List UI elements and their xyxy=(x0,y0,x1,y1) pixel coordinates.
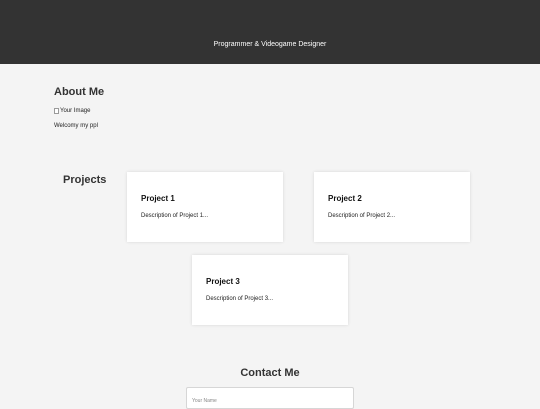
project-card-title: Project 3 xyxy=(206,277,240,286)
project-card: Project 2 Description of Project 2... xyxy=(314,172,470,242)
header-tagline: Programmer & Videogame Designer xyxy=(213,41,327,48)
projects-section-title: Projects xyxy=(63,174,107,186)
project-card-description: Description of Project 1... xyxy=(141,213,209,219)
site-header: Programmer & Videogame Designer xyxy=(0,0,540,64)
about-text: Welcomy my ppl xyxy=(54,123,98,129)
profile-image-placeholder: Your Image xyxy=(54,106,90,116)
project-card: Project 3 Description of Project 3... xyxy=(192,255,348,325)
name-input-wrapper xyxy=(186,387,354,409)
project-card-title: Project 2 xyxy=(328,194,362,203)
about-section-title: About Me xyxy=(54,86,105,98)
project-card-title: Project 1 xyxy=(141,194,175,203)
project-card-description: Description of Project 3... xyxy=(206,296,274,302)
broken-image-icon xyxy=(54,108,59,114)
project-card-description: Description of Project 2... xyxy=(328,213,396,219)
profile-image-alt-text: Your Image xyxy=(60,108,91,114)
project-card: Project 1 Description of Project 1... xyxy=(127,172,283,242)
name-input[interactable] xyxy=(186,387,354,409)
contact-section-title: Contact Me xyxy=(240,367,300,379)
